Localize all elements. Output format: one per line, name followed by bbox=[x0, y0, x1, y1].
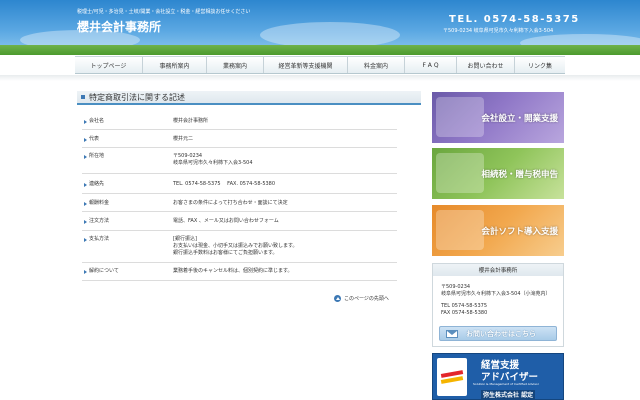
site-header: 税理士/可児・多治見・土岐/開業・会社設立・税金・経営相談お任せください 櫻井会… bbox=[0, 0, 640, 55]
table-row: 報酬料金 お客さまの条件によって打ち合わせ・面談にて決定 bbox=[82, 194, 397, 212]
banner-label: 相続税・贈与税申告 bbox=[481, 169, 558, 180]
info-table: 会社名 櫻井会計事務所 代表 櫻井元二 所在地 〒509-0234 岐阜県可児市… bbox=[82, 113, 397, 281]
banner-label: 会社設立・開業支援 bbox=[481, 113, 558, 124]
row-bullet-icon bbox=[84, 238, 87, 242]
nav-item-contact[interactable]: お問い合わせ bbox=[457, 57, 515, 73]
table-row: 注文方法 電話、FAX 、メール又はお問い合わせフォーム bbox=[82, 212, 397, 231]
nav-item-faq[interactable]: F A Q bbox=[405, 57, 457, 73]
row-value-line: 岐阜県可児市久々利柿下入会3-504 bbox=[173, 160, 253, 166]
nav-item-top[interactable]: トップページ bbox=[75, 57, 143, 73]
table-row: 支払方法 [銀行振込] お支払いは現金、小切手又は振込みでお願い致します。 銀行… bbox=[82, 231, 397, 263]
advisor-logo-icon bbox=[437, 358, 467, 396]
row-value: 〒509-0234 岐阜県可児市久々利柿下入会3-504 bbox=[173, 153, 397, 167]
grass-decoration bbox=[0, 45, 640, 55]
nav-item-pricing[interactable]: 料金案内 bbox=[348, 57, 405, 73]
row-value: [銀行振込] お支払いは現金、小切手又は振込みでお願い致します。 銀行振込手数料… bbox=[173, 236, 397, 257]
nav-item-office[interactable]: 事務所案内 bbox=[143, 57, 207, 73]
badge-small-text: Solution & Management of Certified Advis… bbox=[473, 382, 539, 386]
badge-certified: 弥生株式会社 認定 bbox=[481, 390, 536, 399]
banner-accounting-software[interactable]: 会計ソフト導入支援 bbox=[432, 205, 564, 256]
nav-item-links[interactable]: リンク集 bbox=[515, 57, 565, 73]
arrow-up-icon bbox=[334, 295, 341, 302]
table-row: 所在地 〒509-0234 岐阜県可児市久々利柿下入会3-504 bbox=[82, 148, 397, 174]
row-value: 電話、FAX 、メール又はお問い合わせフォーム bbox=[173, 218, 397, 225]
row-value: 櫻井会計事務所 bbox=[173, 118, 397, 125]
row-label: 会社名 bbox=[89, 118, 105, 124]
header-address: 〒509-0234 岐阜県可児市久々利柿下入会3-504 bbox=[443, 28, 554, 34]
row-value-line: [銀行振込] bbox=[173, 236, 197, 242]
row-value: TEL. 0574-58-5375 FAX. 0574-58-5380 bbox=[173, 181, 397, 188]
row-label: 連絡先 bbox=[89, 181, 105, 187]
table-row: 会社名 櫻井会計事務所 bbox=[82, 113, 397, 130]
mail-icon bbox=[446, 329, 458, 338]
page-top-label: このページの先頭へ bbox=[344, 296, 389, 302]
family-photo-image bbox=[436, 153, 484, 193]
contact-button[interactable]: お問い合わせはこちら bbox=[439, 326, 557, 341]
office-photo-image bbox=[436, 97, 484, 137]
nav-shadow bbox=[0, 75, 640, 81]
section-heading: 特定商取引法に関する記述 bbox=[77, 91, 421, 105]
row-label: 注文方法 bbox=[89, 218, 110, 224]
row-value-line: お客さまの条件によって打ち合わせ・面談にて決定 bbox=[173, 200, 288, 206]
row-value-line: TEL. 0574-58-5375 FAX. 0574-58-5380 bbox=[173, 181, 276, 187]
row-label: 解約について bbox=[89, 268, 119, 274]
row-value-line: お支払いは現金、小切手又は振込みでお願い致します。 bbox=[173, 243, 298, 249]
heading-square-icon bbox=[81, 95, 85, 99]
row-value-line: 櫻井会計事務所 bbox=[173, 118, 209, 124]
advisor-badge[interactable]: 経営支援 アドバイザー Solution & Management of Cer… bbox=[432, 353, 564, 400]
office-fax: FAX 0574-58-5380 bbox=[441, 310, 488, 316]
office-tel: TEL 0574-58-5375 bbox=[441, 303, 488, 309]
row-value: 業務着手後のキャンセル料は、個別契約に準じます。 bbox=[173, 268, 397, 275]
office-info-box: 櫻井会計事務所 〒509-0234 岐阜県可児市久々利柿下入会3-504（小滝苑… bbox=[432, 263, 564, 347]
row-value-line: 銀行振込手数料はお客様にてご負担願います。 bbox=[173, 250, 278, 256]
site-title-link[interactable]: 櫻井会計事務所 bbox=[77, 18, 161, 35]
section-heading-text: 特定商取引法に関する記述 bbox=[89, 92, 185, 102]
row-bullet-icon bbox=[84, 183, 87, 187]
row-value-line: 電話、FAX 、メール又はお問い合わせフォーム bbox=[173, 218, 279, 224]
row-value-line: 業務着手後のキャンセル料は、個別契約に準じます。 bbox=[173, 268, 293, 274]
row-bullet-icon bbox=[84, 138, 87, 142]
banner-startup-support[interactable]: 会社設立・開業支援 bbox=[432, 92, 564, 143]
table-row: 代表 櫻井元二 bbox=[82, 130, 397, 148]
global-nav: トップページ 事務所案内 業務案内 経営革新等支援機関 料金案内 F A Q お… bbox=[75, 56, 565, 74]
row-bullet-icon bbox=[84, 155, 87, 159]
banner-inheritance-tax[interactable]: 相続税・贈与税申告 bbox=[432, 148, 564, 199]
site-tagline: 税理士/可児・多治見・土岐/開業・会社設立・税金・経営相談お任せください bbox=[77, 9, 251, 15]
table-row: 連絡先 TEL. 0574-58-5375 FAX. 0574-58-5380 bbox=[82, 174, 397, 194]
nav-item-services[interactable]: 業務案内 bbox=[207, 57, 264, 73]
row-value-line: 櫻井元二 bbox=[173, 136, 194, 142]
table-row: 解約について 業務着手後のキャンセル料は、個別契約に準じます。 bbox=[82, 263, 397, 281]
row-bullet-icon bbox=[84, 270, 87, 274]
row-label: 報酬料金 bbox=[89, 200, 110, 206]
nav-item-support-agency[interactable]: 経営革新等支援機関 bbox=[264, 57, 348, 73]
row-bullet-icon bbox=[84, 202, 87, 206]
office-postal: 〒509-0234 bbox=[441, 284, 471, 290]
row-label: 所在地 bbox=[89, 153, 105, 159]
page-top-link[interactable]: このページの先頭へ bbox=[334, 295, 389, 302]
office-info-title: 櫻井会計事務所 bbox=[433, 264, 563, 276]
row-value: お客さまの条件によって打ち合わせ・面談にて決定 bbox=[173, 200, 397, 207]
keyboard-photo-image bbox=[436, 210, 484, 250]
row-value-line: 〒509-0234 bbox=[173, 153, 203, 159]
row-label: 代表 bbox=[89, 136, 100, 142]
office-address: 岐阜県可児市久々利柿下入会3-504（小滝苑内） bbox=[441, 291, 551, 297]
row-bullet-icon bbox=[84, 120, 87, 124]
row-label: 支払方法 bbox=[89, 236, 110, 242]
row-bullet-icon bbox=[84, 220, 87, 224]
badge-line2: アドバイザー bbox=[481, 372, 539, 383]
contact-button-label: お問い合わせはこちら bbox=[466, 329, 536, 338]
row-value: 櫻井元二 bbox=[173, 136, 397, 143]
header-phone: TEL. 0574-58-5375 bbox=[449, 14, 580, 25]
banner-label: 会計ソフト導入支援 bbox=[481, 226, 558, 237]
